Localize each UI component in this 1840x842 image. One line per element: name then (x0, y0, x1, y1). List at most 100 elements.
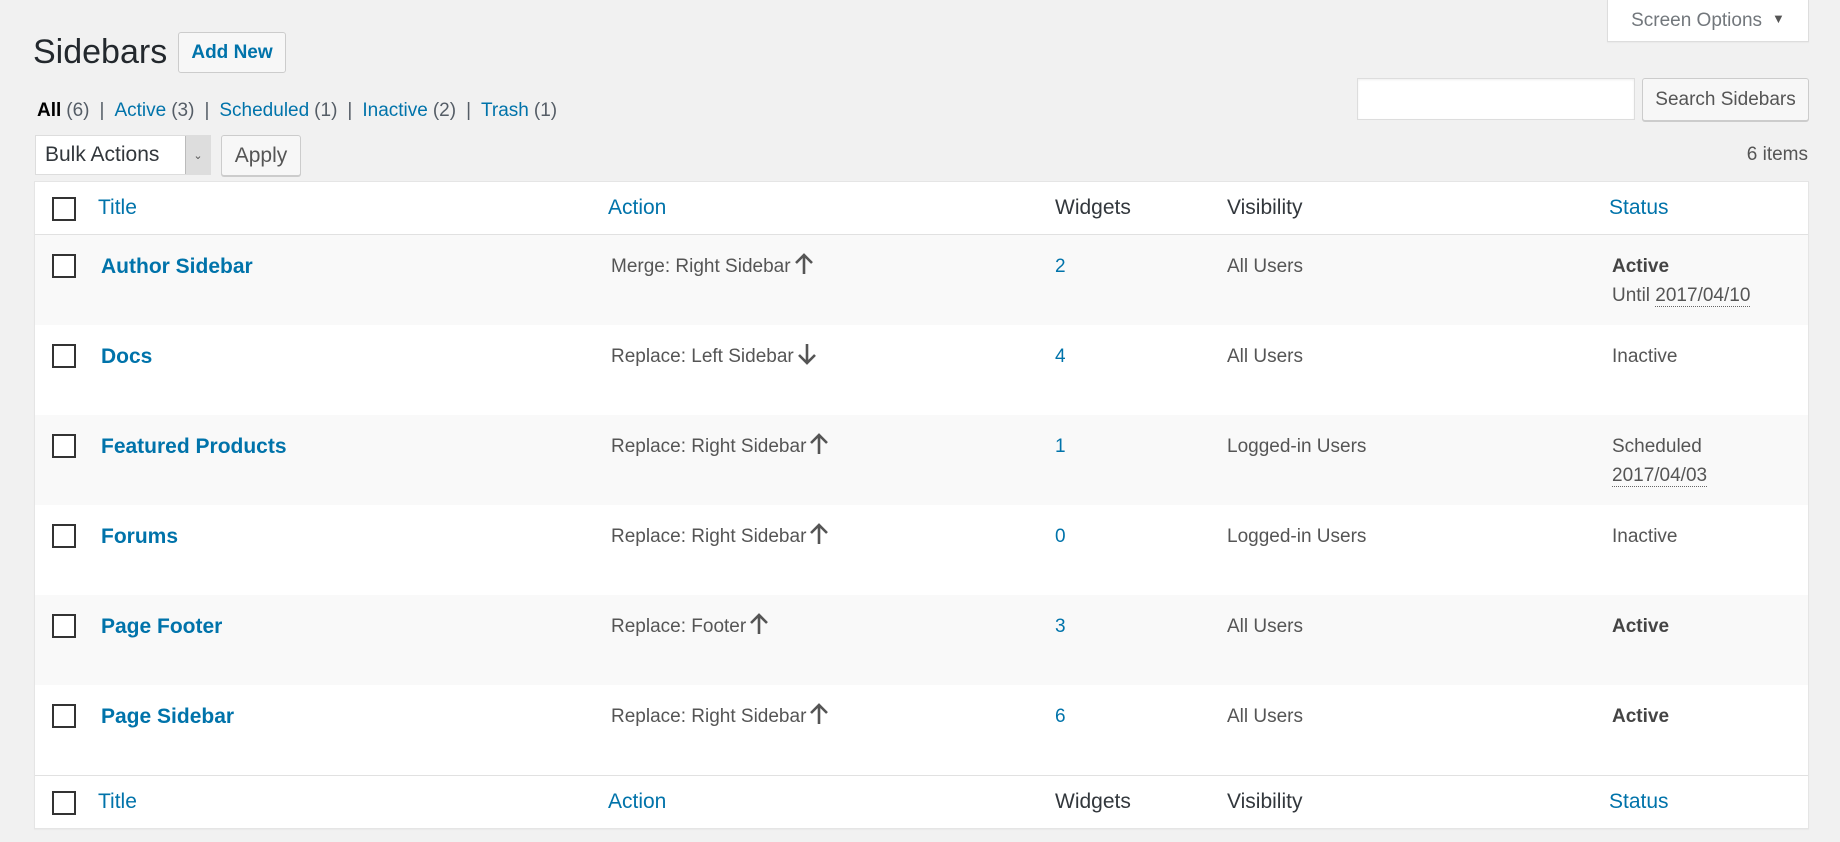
title-cell: Page Footer (101, 612, 222, 642)
status-label: Inactive (1612, 526, 1678, 547)
filter-count: (6) (66, 100, 90, 121)
sidebar-title-link[interactable]: Forums (101, 525, 178, 548)
action-text: Replace: Left Sidebar (611, 346, 794, 367)
filter-separator: | (99, 100, 105, 121)
filter-count: (1) (533, 100, 558, 121)
widgets-count-link[interactable]: 3 (1055, 616, 1066, 637)
action-cell: Replace: Footer (611, 612, 769, 644)
action-text: Replace: Right Sidebar (611, 436, 807, 457)
sidebar-title-link[interactable]: Page Sidebar (101, 705, 234, 728)
select-all-checkbox-footer[interactable] (52, 791, 76, 815)
visibility-cell: Logged-in Users (1227, 436, 1367, 457)
table-row: Page Sidebar Replace: Right Sidebar 6 All U… (35, 685, 1808, 775)
table-row: Author Sidebar Merge: Right Sidebar 2 All U… (35, 235, 1808, 325)
column-footer-status[interactable]: Status (1609, 790, 1669, 814)
column-header-title[interactable]: Title (98, 196, 137, 220)
title-cell: Docs (101, 342, 152, 372)
filter-count: (1) (314, 100, 338, 121)
filter-link-all[interactable]: All (6) (37, 98, 90, 124)
row-checkbox[interactable] (52, 614, 76, 638)
arrow-up-icon (809, 433, 829, 464)
visibility-cell: All Users (1227, 616, 1304, 637)
search-input[interactable] (1357, 78, 1635, 120)
filter-link-trash[interactable]: Trash (1) (481, 98, 557, 124)
filter-separator: | (204, 100, 210, 121)
action-cell: Replace: Right Sidebar (611, 522, 829, 554)
column-header-visibility: Visibility (1227, 196, 1303, 219)
title-cell: Forums (101, 522, 178, 552)
action-cell: Replace: Right Sidebar (611, 432, 829, 464)
filter-label: Inactive (362, 100, 428, 121)
visibility-cell: All Users (1227, 706, 1304, 727)
status-cell: Inactive (1612, 342, 1677, 371)
items-count: 6 items (1746, 144, 1808, 165)
title-cell: Featured Products (101, 432, 287, 462)
status-date-line: 2017/04/03 (1612, 465, 1708, 487)
table-row: Docs Replace: Left Sidebar 4 All Users Inact… (35, 325, 1808, 415)
status-label: Active (1612, 706, 1670, 727)
column-footer-widgets: Widgets (1055, 790, 1131, 813)
action-text: Replace: Right Sidebar (611, 526, 807, 547)
widgets-cell: 2 (1055, 252, 1066, 281)
filter-label: Trash (481, 100, 529, 121)
visibility-cell: Logged-in Users (1227, 526, 1367, 547)
status-cell: Inactive (1612, 522, 1677, 551)
status-label: Active (1612, 256, 1670, 277)
widgets-cell: 3 (1055, 612, 1066, 641)
column-footer-action[interactable]: Action (608, 790, 666, 814)
table-body: Author Sidebar Merge: Right Sidebar 2 All U… (35, 235, 1808, 775)
row-checkbox[interactable] (52, 524, 76, 548)
visibility-cell: All Users (1227, 256, 1304, 277)
column-header-status[interactable]: Status (1609, 196, 1669, 220)
arrow-up-icon (749, 613, 769, 644)
action-cell: Replace: Right Sidebar (611, 702, 829, 734)
widgets-count-link[interactable]: 6 (1055, 706, 1066, 727)
widgets-count-link[interactable]: 4 (1055, 346, 1066, 367)
row-checkbox[interactable] (52, 434, 76, 458)
status-label: Active (1612, 616, 1670, 637)
sidebar-title-link[interactable]: Author Sidebar (101, 255, 253, 278)
column-header-action[interactable]: Action (608, 196, 666, 220)
filter-link-inactive[interactable]: Inactive (2) (362, 98, 456, 124)
status-label: Inactive (1612, 346, 1678, 367)
widgets-cell: 0 (1055, 522, 1066, 551)
column-footer-title[interactable]: Title (98, 790, 137, 814)
status-label: Scheduled (1612, 436, 1702, 457)
row-checkbox[interactable] (52, 704, 76, 728)
widgets-count-link[interactable]: 2 (1055, 256, 1066, 277)
row-checkbox[interactable] (52, 344, 76, 368)
filter-link-active[interactable]: Active (3) (114, 98, 194, 124)
status-filter-links: All (6) | Active (3) | Scheduled (1) | Inactive (2… (37, 98, 557, 124)
arrow-up-icon (809, 523, 829, 554)
widgets-count-link[interactable]: 1 (1055, 436, 1066, 457)
filter-count: (3) (171, 100, 195, 121)
screen-options-label: Screen Options (1631, 9, 1763, 31)
add-new-button[interactable]: Add New (178, 32, 286, 73)
status-date: 2017/04/03 (1612, 465, 1708, 487)
filter-count: (2) (432, 100, 457, 121)
widgets-cell: 6 (1055, 702, 1066, 731)
arrow-down-icon (797, 343, 817, 374)
table-footer-row: Title Action Widgets Visibility Status (35, 775, 1808, 828)
visibility-cell: All Users (1227, 346, 1304, 367)
arrow-up-icon (794, 253, 814, 284)
apply-button[interactable]: Apply (221, 135, 301, 176)
widgets-count-link[interactable]: 0 (1055, 526, 1066, 547)
filter-link-scheduled[interactable]: Scheduled (1) (219, 98, 337, 124)
sidebar-title-link[interactable]: Docs (101, 345, 152, 368)
column-header-widgets: Widgets (1055, 196, 1131, 219)
select-all-checkbox[interactable] (52, 197, 76, 221)
action-text: Replace: Right Sidebar (611, 706, 807, 727)
bulk-actions-value: Bulk Actions (45, 143, 160, 166)
row-checkbox[interactable] (52, 254, 76, 278)
sidebar-title-link[interactable]: Page Footer (101, 615, 222, 638)
action-text: Merge: Right Sidebar (611, 256, 791, 277)
screen-options-button[interactable]: Screen Options ▼ (1607, 0, 1809, 42)
sidebars-table: Title Action Widgets Visibility Status A… (34, 181, 1809, 829)
sidebar-title-link[interactable]: Featured Products (101, 435, 287, 458)
table-header-row: Title Action Widgets Visibility Status (35, 182, 1808, 235)
search-sidebars-button[interactable]: Search Sidebars (1642, 78, 1809, 121)
status-cell: Active (1612, 612, 1669, 641)
bulk-actions-select[interactable]: Bulk Actions ⌄ (35, 135, 211, 175)
title-cell: Page Sidebar (101, 702, 234, 732)
